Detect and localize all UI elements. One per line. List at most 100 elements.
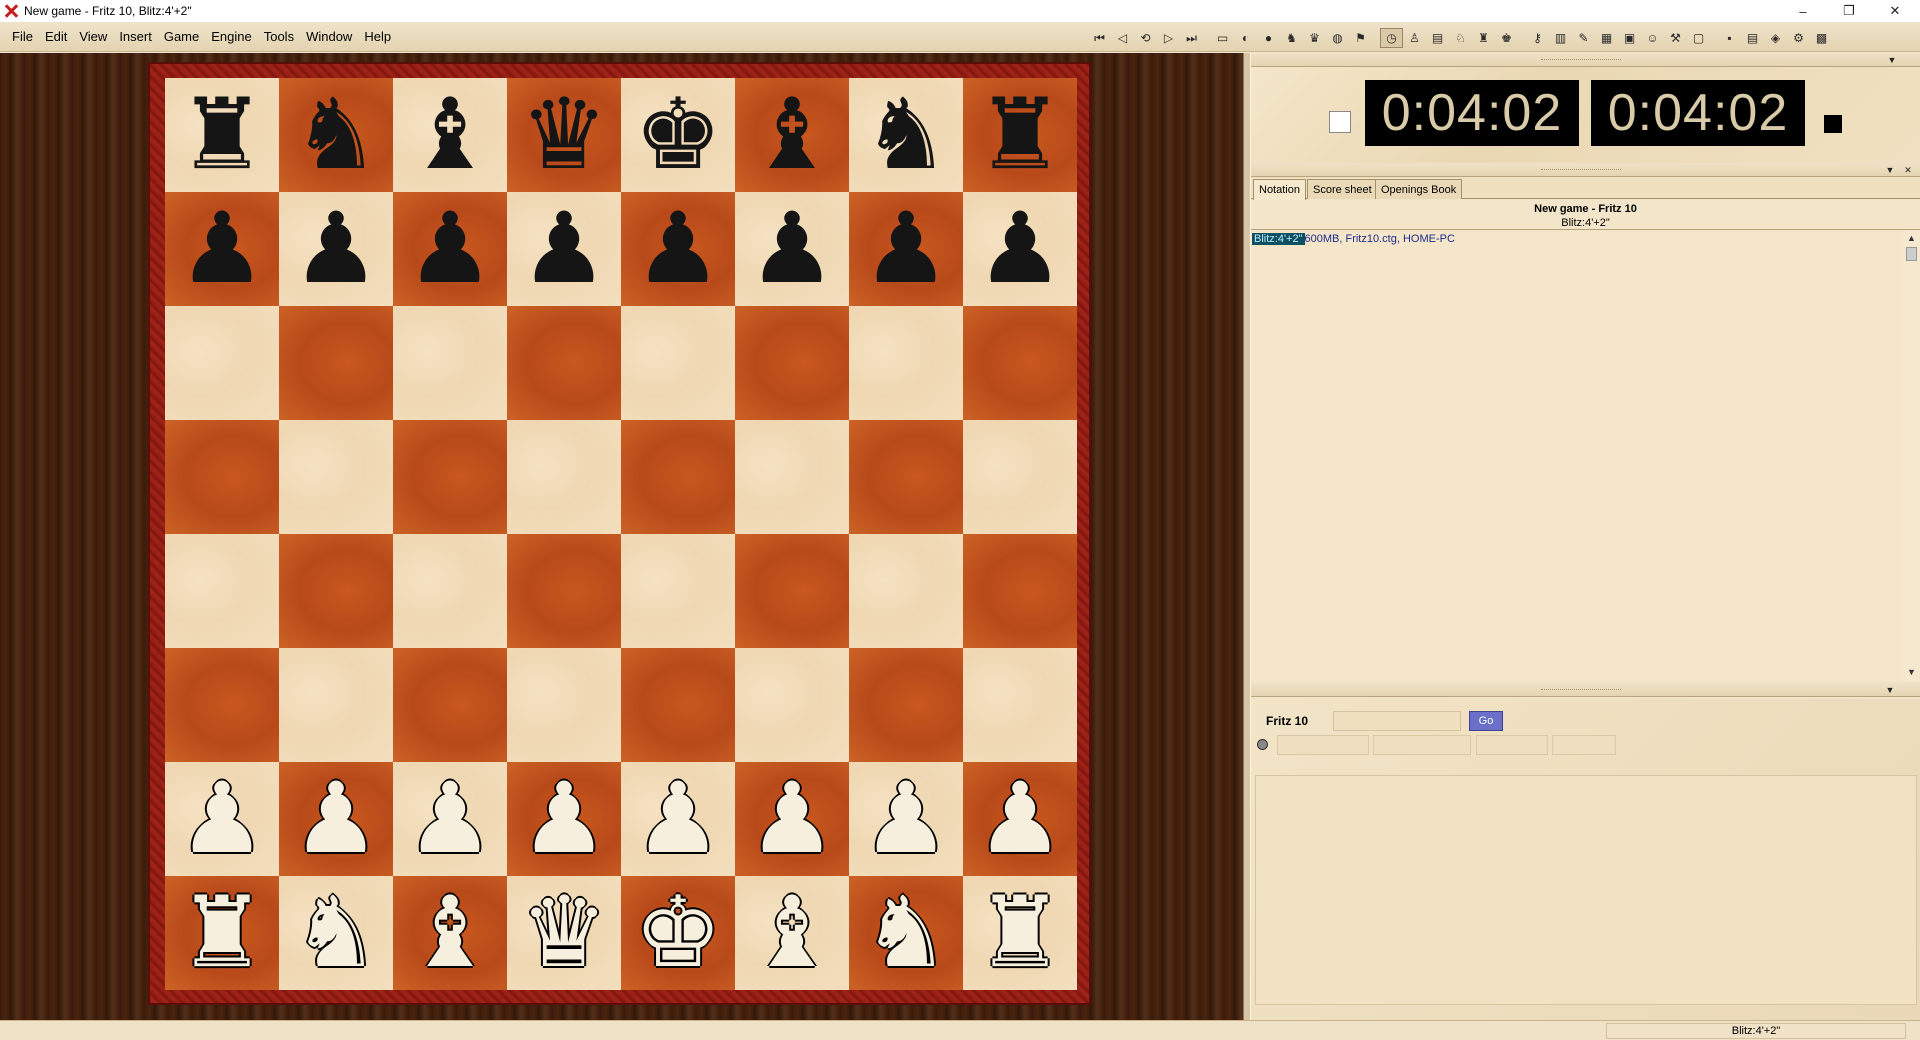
white-knight-icon[interactable]: ♞ — [292, 884, 380, 982]
white-pawn-icon[interactable]: ♟ — [862, 770, 950, 868]
alert-icon[interactable]: ● — [1257, 28, 1280, 48]
square-d8[interactable]: ♛ — [507, 78, 621, 192]
white-pawn-icon[interactable]: ♟ — [748, 770, 836, 868]
square-c6[interactable] — [393, 306, 507, 420]
restore-button[interactable]: ❐ — [1826, 0, 1872, 22]
grip[interactable] — [1541, 689, 1621, 691]
notation-body[interactable]: Blitz:4'+2" 600MB, Fritz10.ctg, HOME-PC — [1251, 231, 1903, 681]
first-move-icon[interactable]: ⏮ — [1088, 28, 1111, 48]
tools-icon[interactable]: ⚒ — [1664, 28, 1687, 48]
menu-edit[interactable]: Edit — [39, 28, 73, 46]
hint-icon[interactable]: ♞ — [1280, 28, 1303, 48]
flag-icon[interactable]: ⚑ — [1349, 28, 1372, 48]
black-knight-icon[interactable]: ♞ — [292, 86, 380, 184]
scroll-thumb[interactable] — [1906, 247, 1917, 261]
square-b2[interactable]: ♟ — [279, 762, 393, 876]
pen-icon[interactable]: ✎ — [1572, 28, 1595, 48]
square-f8[interactable]: ♝ — [735, 78, 849, 192]
black-rook-icon[interactable]: ♜ — [976, 86, 1064, 184]
black-pawn-icon[interactable]: ♟ — [862, 200, 950, 298]
black-pawn-icon[interactable]: ♟ — [634, 200, 722, 298]
square-a1[interactable]: ♜ — [165, 876, 279, 990]
menu-game[interactable]: Game — [158, 28, 205, 46]
print-icon[interactable]: ▤ — [1741, 28, 1764, 48]
engine-name[interactable]: Fritz 10 — [1263, 711, 1325, 731]
black-pawn-icon[interactable]: ♟ — [406, 200, 494, 298]
black-pawn-icon[interactable]: ♟ — [292, 200, 380, 298]
network-icon[interactable]: ⚙ — [1787, 28, 1810, 48]
forward-icon[interactable]: ▷ — [1157, 28, 1180, 48]
square-h2[interactable]: ♟ — [963, 762, 1077, 876]
square-e4[interactable] — [621, 534, 735, 648]
menu-help[interactable]: Help — [358, 28, 397, 46]
tab-openings-book[interactable]: Openings Book — [1375, 179, 1463, 199]
square-c3[interactable] — [393, 648, 507, 762]
tab-score-sheet[interactable]: Score sheet — [1307, 179, 1378, 199]
white-pawn-icon[interactable]: ♟ — [976, 770, 1064, 868]
square-f4[interactable] — [735, 534, 849, 648]
square-g2[interactable]: ♟ — [849, 762, 963, 876]
square-b8[interactable]: ♞ — [279, 78, 393, 192]
engine-icon[interactable]: ◐ — [1234, 28, 1257, 48]
square-h4[interactable] — [963, 534, 1077, 648]
rook-icon[interactable]: ♜ — [1472, 28, 1495, 48]
scroll-up-icon[interactable]: ▲ — [1905, 232, 1918, 245]
square-a6[interactable] — [165, 306, 279, 420]
square-d2[interactable]: ♟ — [507, 762, 621, 876]
square-d5[interactable] — [507, 420, 621, 534]
settings-icon[interactable]: ▩ — [1810, 28, 1833, 48]
square-f7[interactable]: ♟ — [735, 192, 849, 306]
square-e6[interactable] — [621, 306, 735, 420]
square-d4[interactable] — [507, 534, 621, 648]
square-h8[interactable]: ♜ — [963, 78, 1077, 192]
chevron-down-icon[interactable]: ▼ — [1883, 164, 1897, 176]
square-g1[interactable]: ♞ — [849, 876, 963, 990]
chevron-down-icon[interactable]: ▼ — [1883, 684, 1897, 696]
black-pawn-icon[interactable]: ♟ — [748, 200, 836, 298]
chess-board[interactable]: ♜ ♞ ♝ ♛ ♚ ♝ ♞ ♜ ♟ ♟ ♟ ♟ ♟ ♟ ♟ ♟ ♟ ♟ ♟ ♟ ♟ ♟ ♟ ♟ ♜ ♞ ♝ ♛ ♚ ♝ ♞ ♜ — [165, 78, 1077, 990]
white-pawn-icon[interactable]: ♟ — [406, 770, 494, 868]
notation-scrollbar[interactable]: ▲ ▼ — [1903, 231, 1920, 681]
square-h5[interactable] — [963, 420, 1077, 534]
black-bishop-icon[interactable]: ♝ — [748, 86, 836, 184]
save-icon[interactable]: ▪ — [1718, 28, 1741, 48]
white-pawn-icon[interactable]: ♟ — [178, 770, 266, 868]
square-a5[interactable] — [165, 420, 279, 534]
square-f1[interactable]: ♝ — [735, 876, 849, 990]
black-pawn-icon[interactable]: ♟ — [520, 200, 608, 298]
square-h3[interactable] — [963, 648, 1077, 762]
last-move-icon[interactable]: ⏭ — [1180, 28, 1203, 48]
square-e2[interactable]: ♟ — [621, 762, 735, 876]
close-icon[interactable]: ✕ — [1901, 164, 1915, 176]
white-pawn-icon[interactable]: ♟ — [292, 770, 380, 868]
globe-icon[interactable]: ◍ — [1326, 28, 1349, 48]
square-a4[interactable] — [165, 534, 279, 648]
square-g8[interactable]: ♞ — [849, 78, 963, 192]
square-c5[interactable] — [393, 420, 507, 534]
engine-output[interactable] — [1255, 775, 1917, 1005]
square-e5[interactable] — [621, 420, 735, 534]
tab-notation[interactable]: Notation — [1253, 179, 1306, 200]
white-rook-icon[interactable]: ♜ — [976, 884, 1064, 982]
book-icon[interactable]: ▥ — [1549, 28, 1572, 48]
square-e7[interactable]: ♟ — [621, 192, 735, 306]
white-queen-icon[interactable]: ♛ — [520, 884, 608, 982]
key-icon[interactable]: ⚷ — [1526, 28, 1549, 48]
square-a2[interactable]: ♟ — [165, 762, 279, 876]
menu-view[interactable]: View — [73, 28, 113, 46]
back-one-icon[interactable]: ◁ — [1111, 28, 1134, 48]
square-a8[interactable]: ♜ — [165, 78, 279, 192]
square-f2[interactable]: ♟ — [735, 762, 849, 876]
white-bishop-icon[interactable]: ♝ — [748, 884, 836, 982]
scroll-down-icon[interactable]: ▼ — [1905, 666, 1918, 679]
board-icon[interactable]: ▦ — [1595, 28, 1618, 48]
menu-file[interactable]: File — [6, 28, 39, 46]
square-c4[interactable] — [393, 534, 507, 648]
window-icon[interactable]: ▢ — [1687, 28, 1710, 48]
square-a3[interactable] — [165, 648, 279, 762]
engine-input[interactable] — [1333, 711, 1461, 731]
square-c7[interactable]: ♟ — [393, 192, 507, 306]
square-f3[interactable] — [735, 648, 849, 762]
square-g5[interactable] — [849, 420, 963, 534]
square-d6[interactable] — [507, 306, 621, 420]
